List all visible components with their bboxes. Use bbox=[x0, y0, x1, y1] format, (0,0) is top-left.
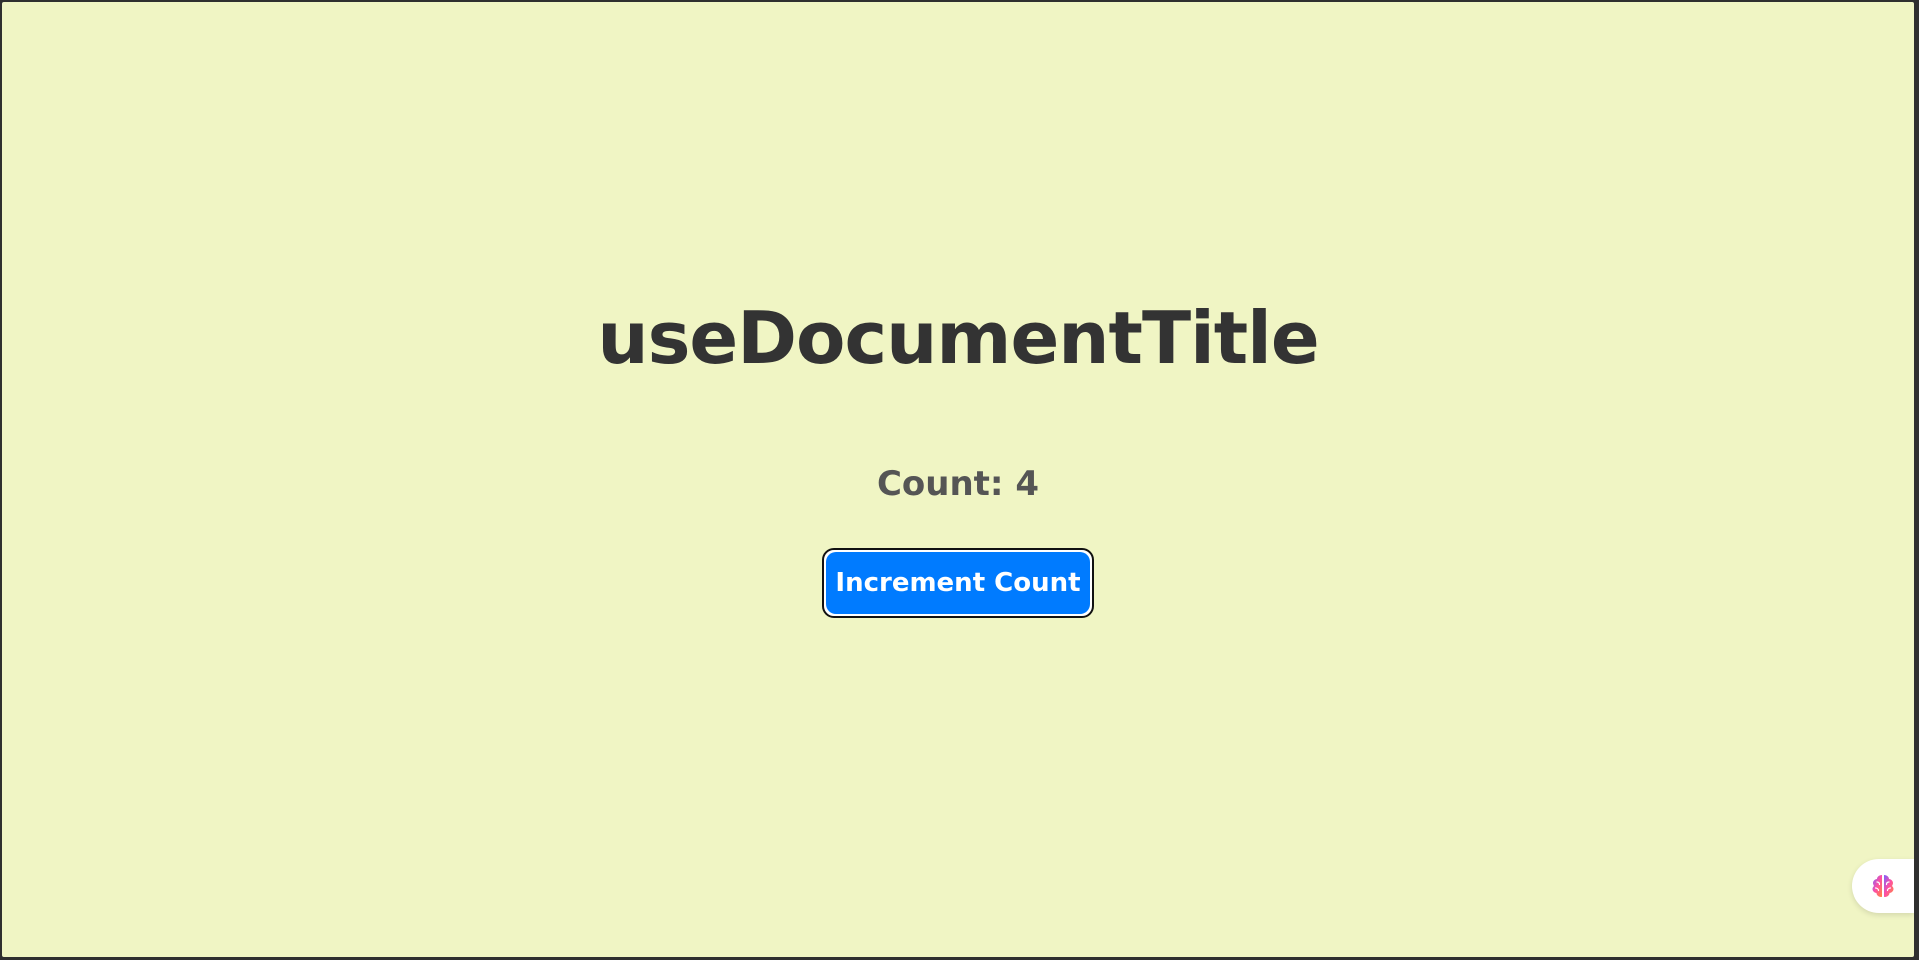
count-display: Count: 4 bbox=[876, 463, 1040, 504]
increment-button-focus-ring: Increment Count bbox=[822, 547, 1094, 618]
brain-icon bbox=[1872, 875, 1894, 897]
main-content: useDocumentTitle Count: 4 Increment Coun… bbox=[2, 2, 1914, 957]
assistant-fab-button[interactable] bbox=[1852, 859, 1914, 913]
page-viewport: useDocumentTitle Count: 4 Increment Coun… bbox=[2, 2, 1914, 957]
window-right-border bbox=[1914, 0, 1919, 960]
increment-count-button[interactable]: Increment Count bbox=[826, 551, 1090, 614]
page-title: useDocumentTitle bbox=[597, 295, 1319, 380]
